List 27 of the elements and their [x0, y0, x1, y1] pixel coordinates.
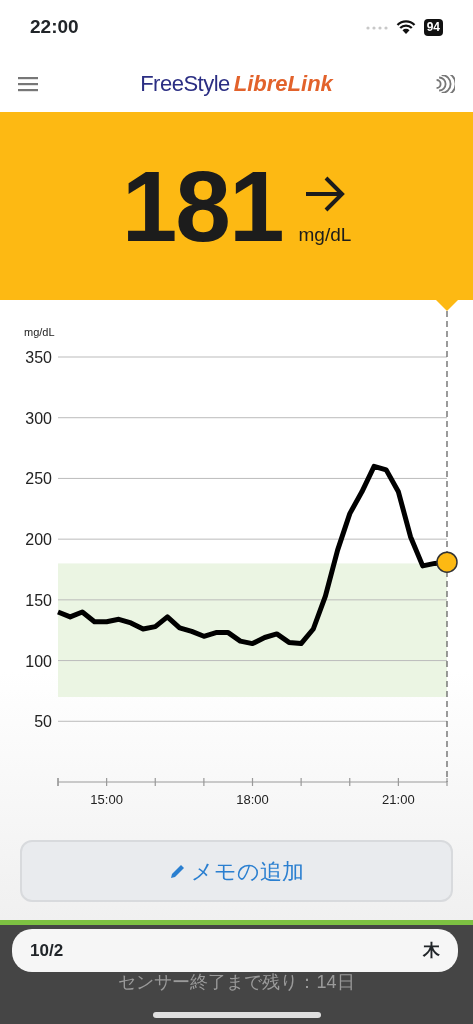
menu-icon[interactable] — [18, 75, 38, 92]
axis-label: 15:00 — [90, 792, 123, 807]
cellular-signal-icon — [365, 25, 388, 30]
current-reading-dot — [436, 551, 458, 573]
battery-level: 94 — [423, 19, 443, 36]
axis-label: 21:00 — [382, 792, 415, 807]
axis-title: mg/dL — [24, 326, 55, 338]
scan-icon[interactable] — [435, 74, 455, 93]
axis-label: 300 — [25, 409, 52, 427]
logo-text: LibreLink — [233, 70, 333, 98]
weekday-label: 木 — [423, 939, 440, 962]
unit-label: mg/dL — [298, 222, 352, 247]
status-time: 22:00 — [30, 15, 79, 40]
wifi-icon — [395, 20, 416, 35]
axis-label: 50 — [34, 713, 52, 731]
axis-label: 200 — [25, 531, 52, 549]
add-note-button[interactable]: メモの追加 — [20, 840, 453, 902]
axis-label: 100 — [25, 652, 52, 670]
pencil-icon — [169, 862, 187, 880]
glucose-reading: 181 — [121, 156, 283, 256]
sensor-remaining-text: センサー終了まで残り：14日 — [118, 972, 355, 992]
axis-label: 350 — [25, 349, 52, 366]
axis-label: 150 — [25, 591, 52, 609]
axis-label: 250 — [25, 470, 52, 488]
date-label: 10/2 — [30, 939, 64, 962]
axis-label: 18:00 — [236, 792, 269, 807]
logo-text: FreeStyle — [140, 70, 230, 98]
